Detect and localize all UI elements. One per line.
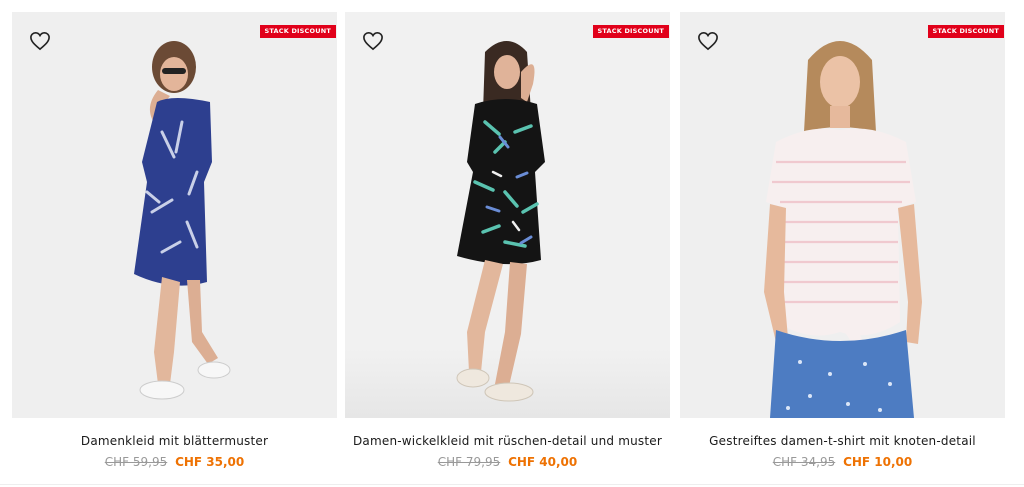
sale-price: CHF 35,00	[175, 455, 245, 469]
product-name[interactable]: Damenkleid mit blättermuster	[12, 434, 337, 448]
heart-outline-icon[interactable]	[29, 31, 51, 51]
product-image[interactable]: STACK DISCOUNT	[12, 12, 337, 418]
original-price: CHF 59,95	[104, 455, 168, 469]
product-card[interactable]: STACK DISCOUNT Damenkleid mit blättermus…	[12, 12, 337, 469]
stack-discount-badge: STACK DISCOUNT	[592, 25, 669, 38]
heart-outline-icon[interactable]	[362, 31, 384, 51]
product-card[interactable]: STACK DISCOUNT Gestreiftes damen-t-shirt…	[680, 12, 1005, 469]
price-row: CHF 59,95 CHF 35,00	[12, 455, 337, 469]
sale-price: CHF 10,00	[843, 455, 913, 469]
product-name[interactable]: Damen-wickelkleid mit rüschen-detail und…	[345, 434, 670, 448]
stack-discount-badge: STACK DISCOUNT	[927, 25, 1004, 38]
product-name[interactable]: Gestreiftes damen-t-shirt mit knoten-det…	[680, 434, 1005, 448]
divider	[0, 484, 1024, 485]
heart-outline-icon[interactable]	[697, 31, 719, 51]
model-photo-striped-tshirt	[764, 41, 922, 418]
product-image[interactable]: STACK DISCOUNT	[680, 12, 1005, 418]
product-image[interactable]: STACK DISCOUNT	[345, 12, 670, 418]
product-card[interactable]: STACK DISCOUNT Damen-wickelkleid mit rüs…	[345, 12, 670, 469]
stack-discount-badge: STACK DISCOUNT	[259, 25, 336, 38]
original-price: CHF 34,95	[772, 455, 836, 469]
original-price: CHF 79,95	[437, 455, 501, 469]
sale-price: CHF 40,00	[508, 455, 578, 469]
model-photo-black-dress	[456, 41, 545, 402]
price-row: CHF 79,95 CHF 40,00	[345, 455, 670, 469]
model-photo-blue-dress	[134, 41, 231, 400]
price-row: CHF 34,95 CHF 10,00	[680, 455, 1005, 469]
